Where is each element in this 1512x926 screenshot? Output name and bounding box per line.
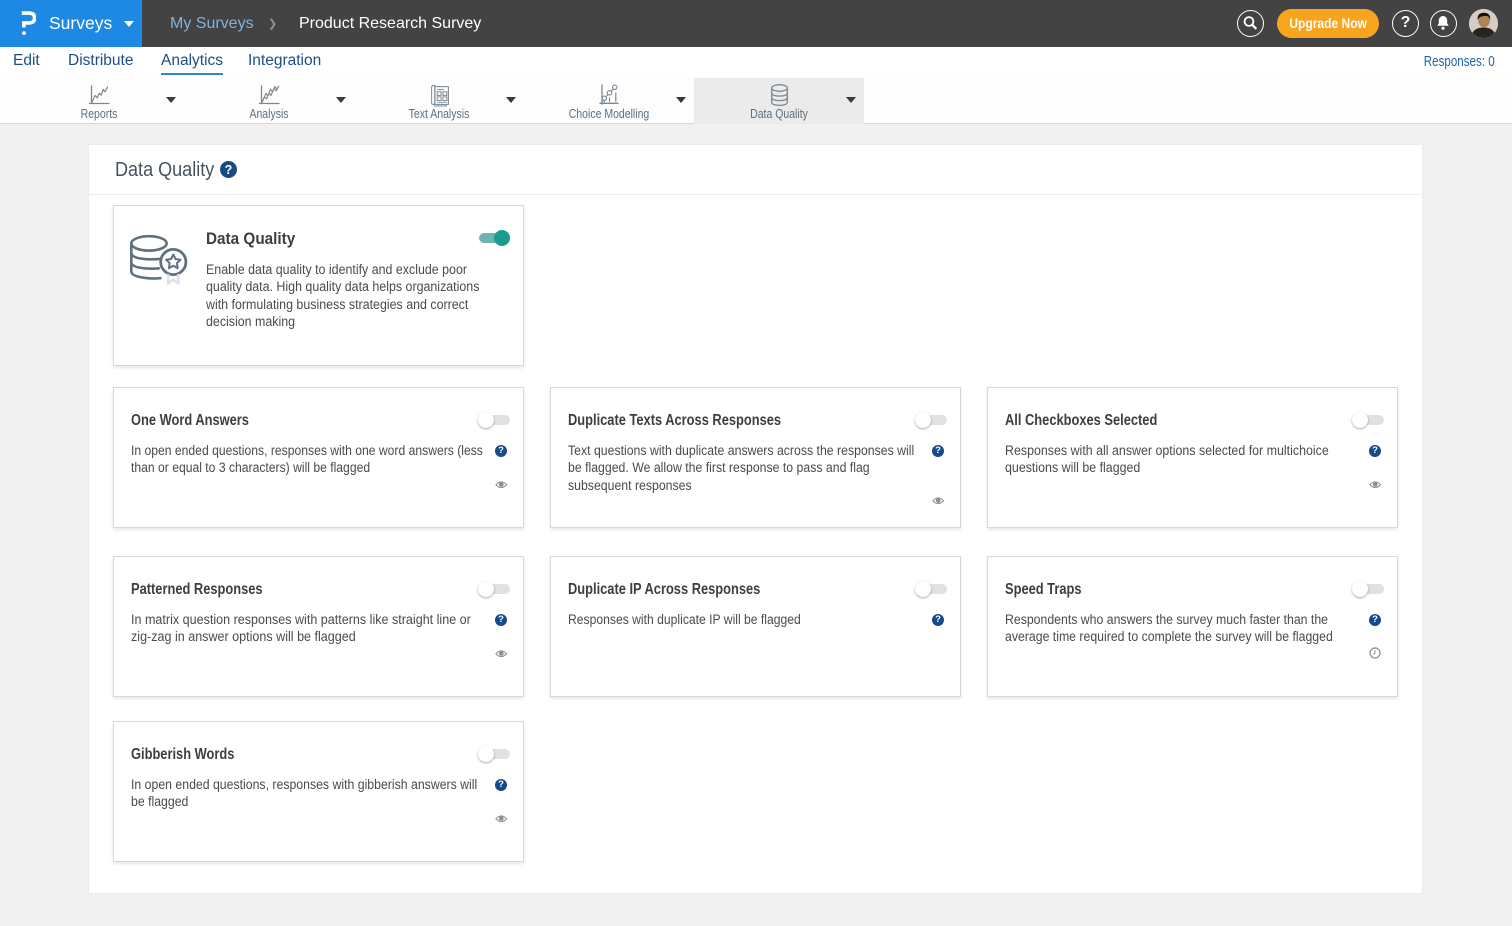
svg-text:?: ? [225,163,233,177]
